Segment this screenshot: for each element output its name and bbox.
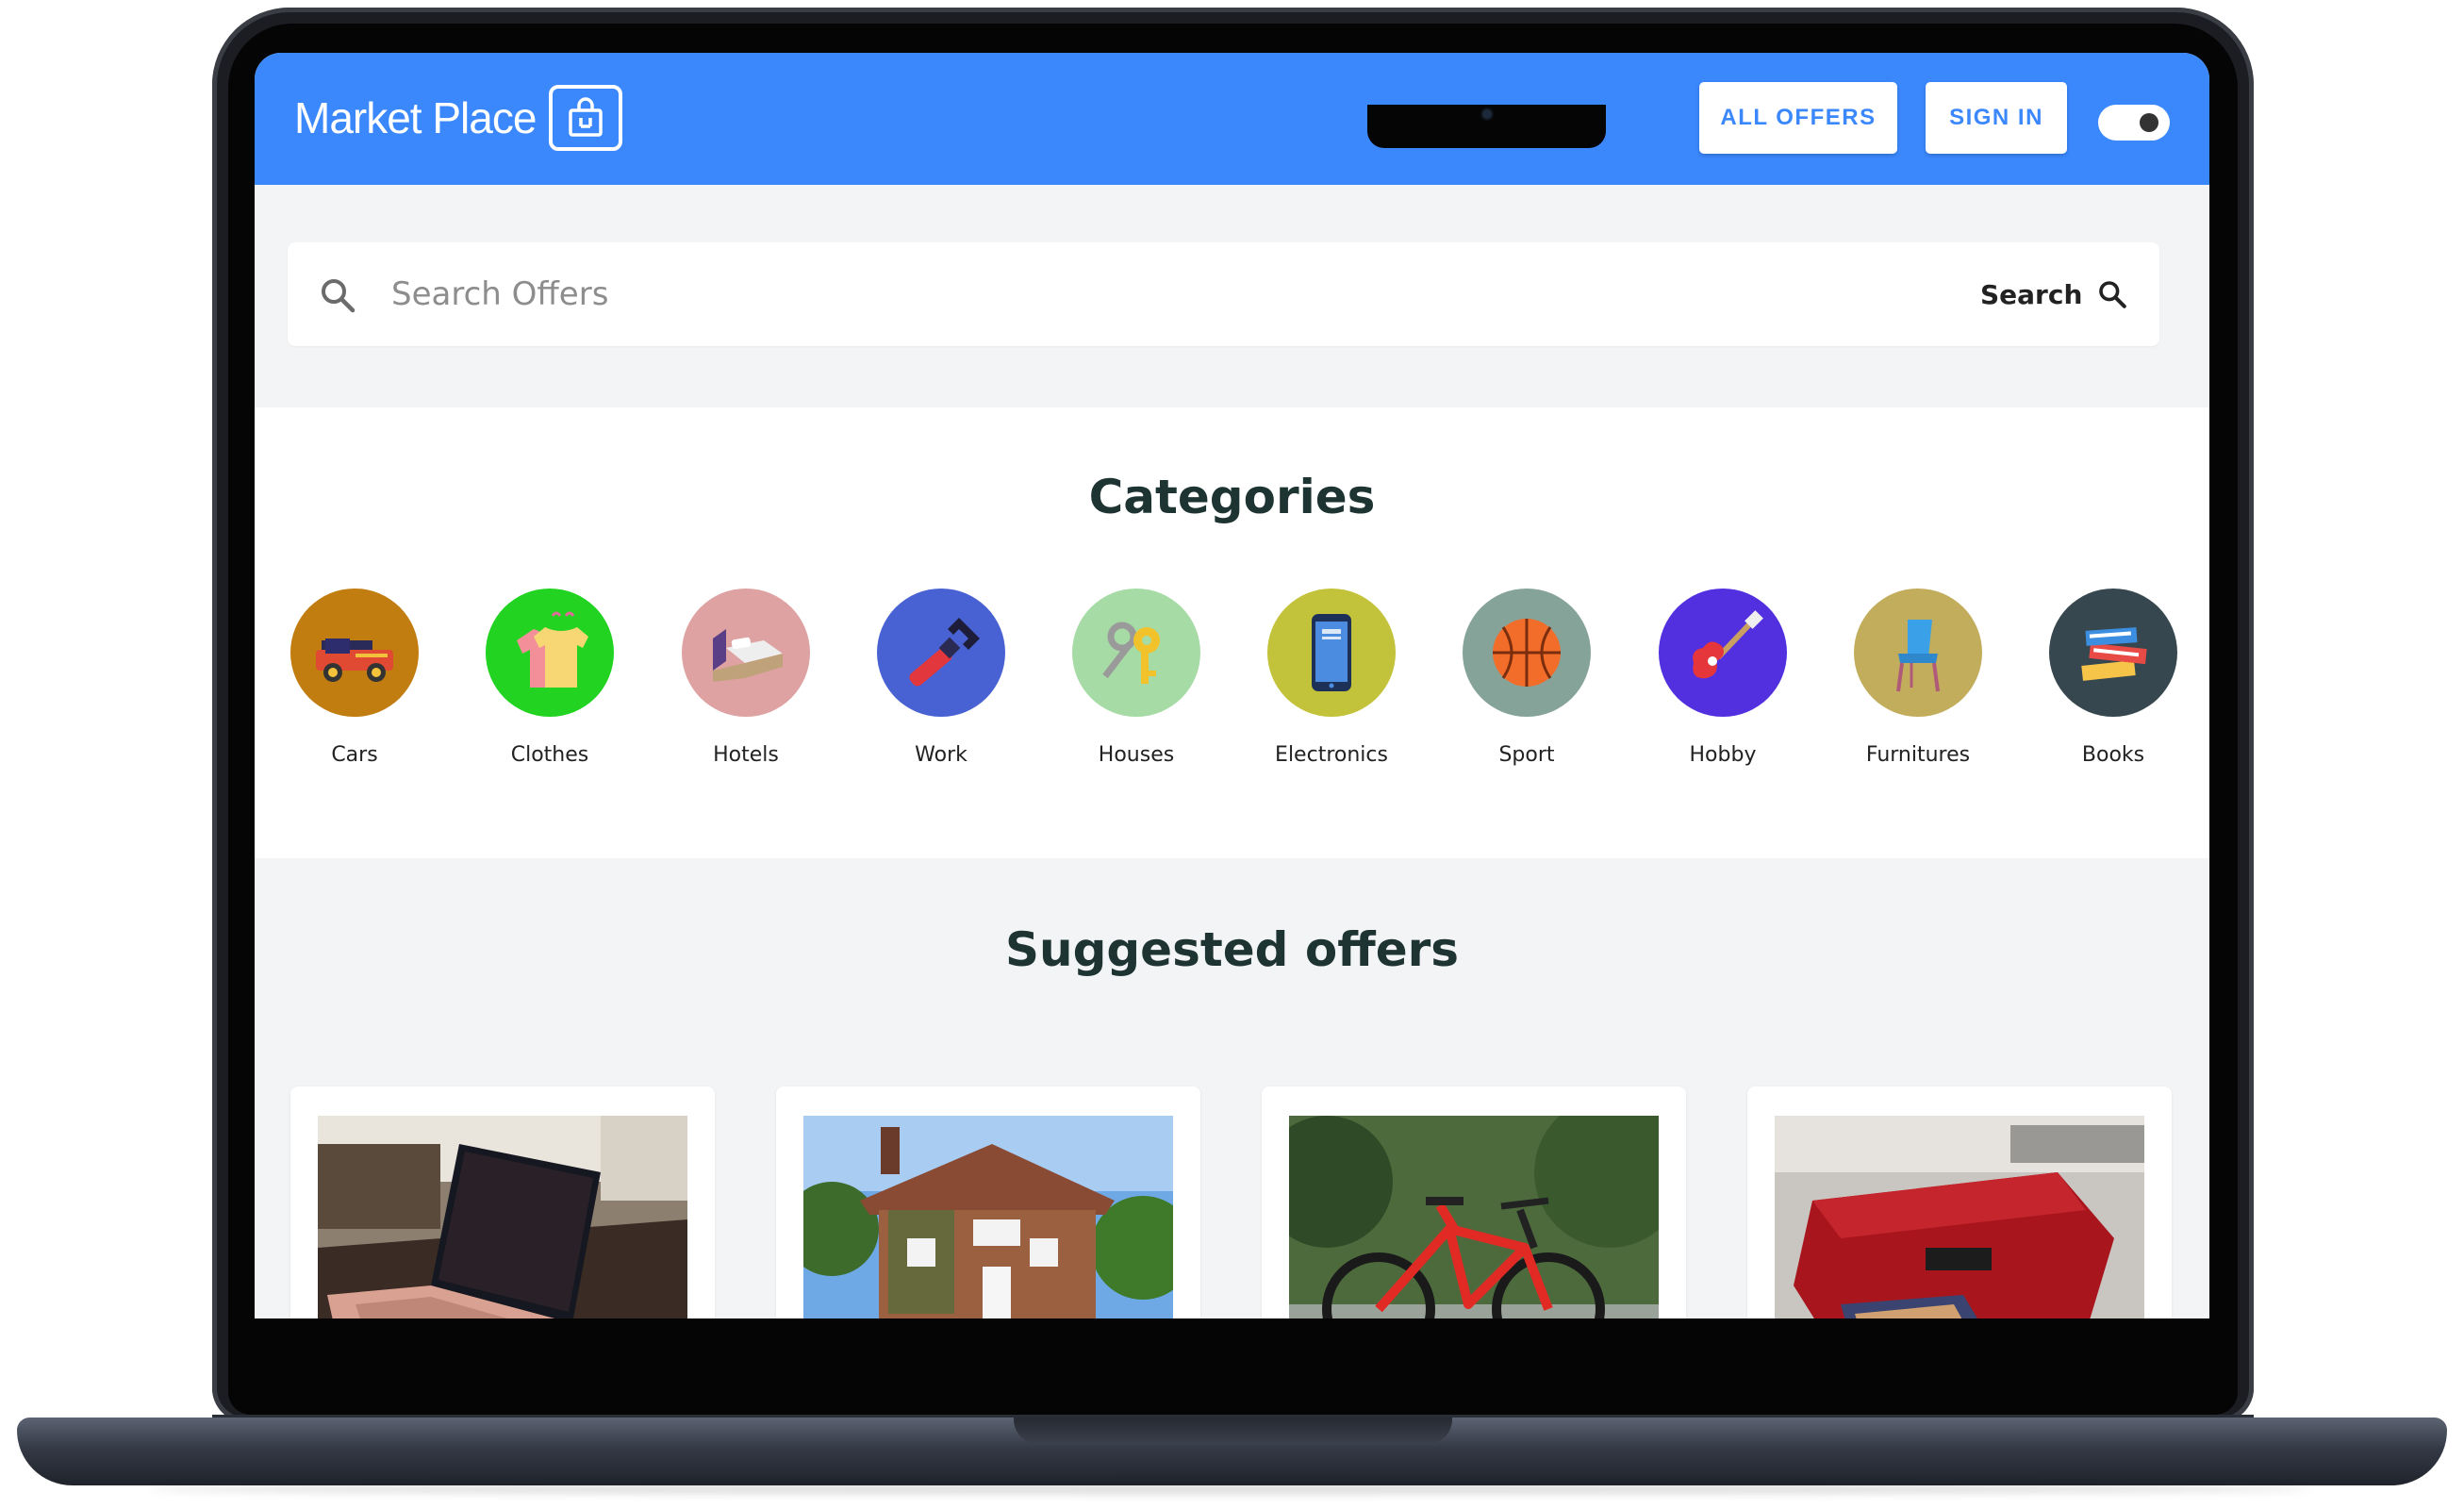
category-label: Books — [2081, 743, 2145, 767]
laptop-screen: Market Place ALL OFFERS SIGN IN Search O… — [255, 53, 2209, 1318]
camera-icon — [1482, 109, 1492, 119]
laptop-shadow — [151, 1484, 2310, 1495]
laptop-photo — [318, 1116, 687, 1318]
category-label: Electronics — [1275, 743, 1388, 767]
toggle-knob — [2140, 113, 2158, 132]
suggested-offers-section: Suggested offers — [255, 858, 2209, 1318]
category-label: Houses — [1098, 743, 1175, 767]
offer-card-laptop[interactable] — [290, 1086, 715, 1318]
wrench-icon — [877, 589, 1005, 717]
books-icon — [2049, 589, 2177, 717]
brand-logo[interactable]: Market Place — [294, 85, 623, 151]
chair-icon — [1854, 589, 1982, 717]
app-bar: Market Place ALL OFFERS SIGN IN — [255, 53, 2209, 185]
guitar-icon — [1659, 589, 1787, 717]
search-icon — [2099, 281, 2127, 308]
shopping-bag-icon — [549, 85, 623, 151]
theme-toggle[interactable] — [2098, 105, 2170, 141]
category-label: Clothes — [510, 743, 589, 767]
search-input[interactable] — [391, 265, 1900, 323]
category-houses[interactable]: Houses — [1061, 589, 1212, 767]
category-books[interactable]: Books — [2038, 589, 2189, 767]
search-button-label: Search — [1980, 278, 2083, 310]
category-hobby[interactable]: Hobby — [1647, 589, 1798, 767]
categories-title: Categories — [1088, 470, 1376, 524]
category-label: Furnitures — [1865, 743, 1971, 767]
bicycle-photo — [1289, 1116, 1659, 1318]
category-label: Work — [915, 743, 967, 767]
basketball-icon — [1463, 589, 1591, 717]
category-cars[interactable]: Cars — [279, 589, 430, 767]
clothes-icon — [486, 589, 614, 717]
search-button[interactable]: Search — [1980, 267, 2141, 322]
all-offers-button[interactable]: ALL OFFERS — [1699, 82, 1897, 154]
bed-icon — [682, 589, 810, 717]
category-work[interactable]: Work — [866, 589, 1017, 767]
search-bar: Search — [288, 242, 2159, 346]
camera-notch — [1367, 105, 1606, 148]
offer-card-printer[interactable] — [1747, 1086, 2172, 1318]
category-label: Cars — [331, 743, 378, 767]
offers-title: Suggested offers — [1004, 922, 1460, 977]
house-photo — [803, 1116, 1173, 1318]
category-clothes[interactable]: Clothes — [474, 589, 625, 767]
category-electronics[interactable]: Electronics — [1256, 589, 1407, 767]
car-icon — [290, 589, 419, 717]
category-furnitures[interactable]: Furnitures — [1843, 589, 1993, 767]
laptop-base-notch — [1014, 1418, 1452, 1444]
printer-photo — [1775, 1116, 2144, 1318]
categories-section: Categories Cars Clothes Hotels Work Hous… — [255, 407, 2209, 858]
offer-card-bicycle[interactable] — [1262, 1086, 1686, 1318]
offer-card-house[interactable] — [776, 1086, 1200, 1318]
category-label: Hobby — [1689, 743, 1757, 767]
brand-name: Market Place — [294, 93, 537, 142]
keys-icon — [1072, 589, 1200, 717]
category-hotels[interactable]: Hotels — [670, 589, 821, 767]
phone-icon — [1267, 589, 1396, 717]
category-sport[interactable]: Sport — [1451, 589, 1602, 767]
sign-in-button[interactable]: SIGN IN — [1926, 82, 2067, 154]
search-icon — [319, 276, 356, 318]
category-label: Sport — [1498, 743, 1555, 767]
category-label: Hotels — [713, 743, 779, 767]
